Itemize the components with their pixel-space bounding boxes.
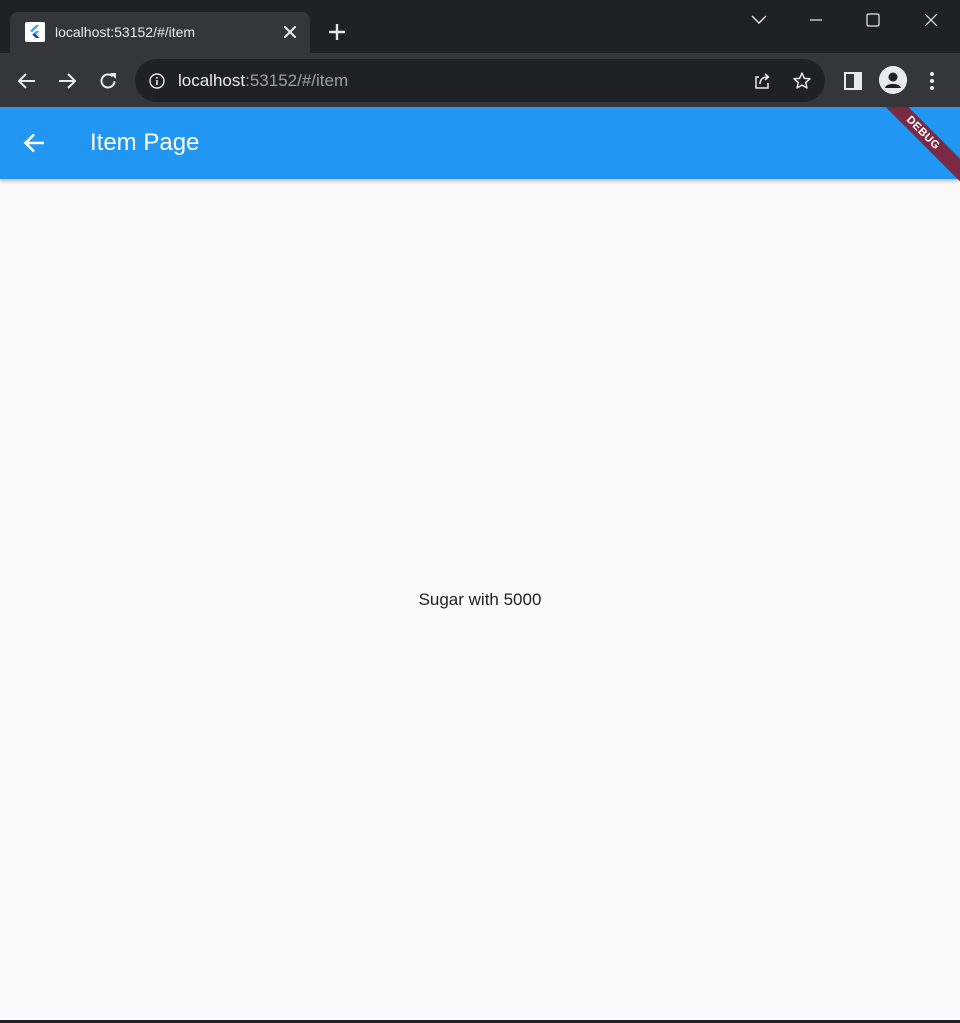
plus-icon[interactable] [326,21,348,43]
browser-toolbar: localhost:53152/#/item [0,53,960,107]
url-path: :53152/#/item [245,71,349,90]
more-vert-icon[interactable] [920,69,944,93]
side-panel-icon[interactable] [841,69,865,93]
arrow-left-icon[interactable] [19,128,49,158]
address-bar[interactable]: localhost:53152/#/item [135,59,825,102]
close-icon[interactable] [280,22,300,42]
share-icon[interactable] [752,71,772,91]
tab-title: localhost:53152/#/item [55,24,196,40]
info-icon[interactable] [149,73,165,89]
maximize-icon[interactable] [860,8,886,32]
star-icon[interactable] [792,71,812,91]
page-viewport: Item Page DEBUG Sugar with 5000 [0,107,960,1020]
tab-strip: localhost:53152/#/item [0,0,960,53]
arrow-right-icon[interactable] [55,69,79,93]
browser-tab[interactable]: localhost:53152/#/item [10,12,310,53]
page-title: Item Page [90,129,200,156]
url-host: localhost [178,71,246,90]
reload-icon[interactable] [96,69,120,93]
close-window-icon[interactable] [918,8,944,32]
profile-icon[interactable] [879,66,907,94]
item-text: Sugar with 5000 [418,590,542,609]
minimize-icon[interactable] [803,8,829,32]
arrow-left-icon[interactable] [15,69,39,93]
chevron-down-icon[interactable] [746,8,772,32]
flutter-icon [25,22,45,42]
url-text: localhost:53152/#/item [178,71,348,91]
app-bar: Item Page [0,107,960,179]
